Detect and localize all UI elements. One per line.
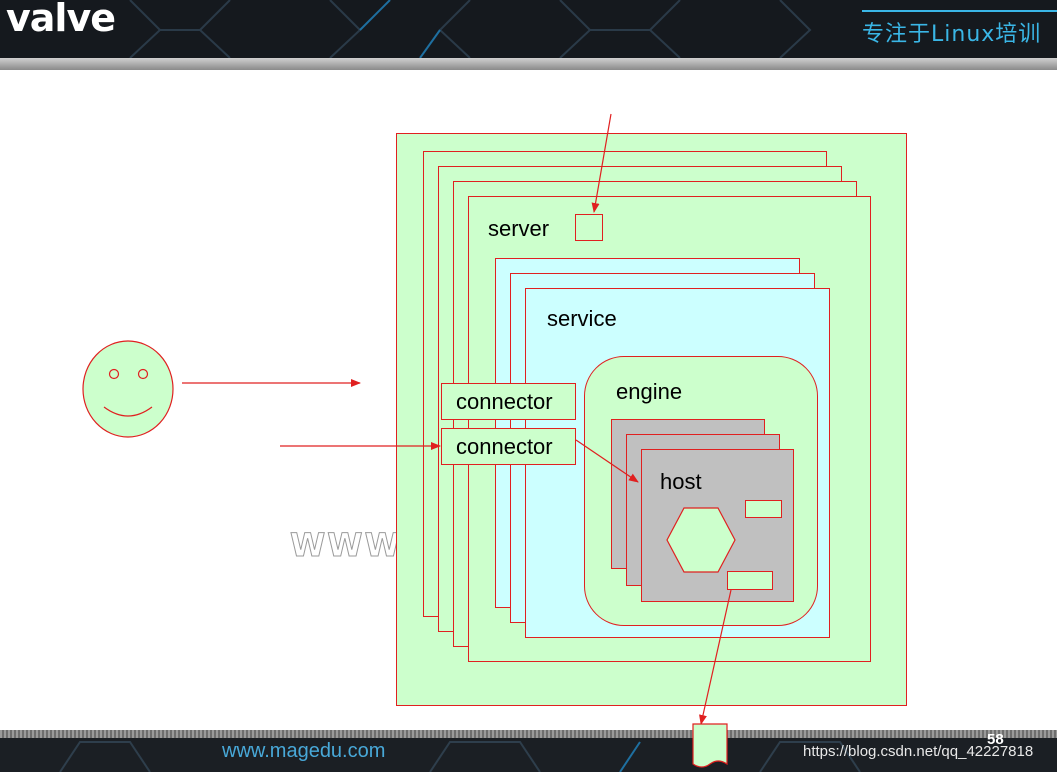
source-credit: https://blog.csdn.net/qq_42227818: [803, 743, 1034, 760]
service-label: service: [547, 306, 617, 331]
slide-header: valve 专注于Linux培训: [0, 0, 1057, 58]
host-label: host: [660, 469, 702, 494]
engine-label: engine: [616, 379, 683, 404]
server-valve-box: [575, 214, 603, 241]
brand-tagline: 专注于Linux培训: [862, 22, 1042, 47]
tagline-underline: [862, 10, 1057, 12]
smiley-face-icon: [82, 340, 174, 438]
server-label: server: [488, 216, 550, 241]
context-valve-box: [727, 571, 773, 590]
connector-label-2: connector: [456, 434, 553, 459]
watermark-text: WWW: [290, 526, 402, 565]
header-divider-bar: [0, 58, 1057, 70]
output-document-icon: [692, 723, 728, 768]
host-valve-box: [745, 500, 782, 518]
footer-stripe: [0, 730, 1057, 738]
connector-label-1: connector: [456, 389, 553, 414]
footer-website-link[interactable]: www.magedu.com: [222, 740, 385, 763]
slide-title: valve: [6, 0, 116, 40]
